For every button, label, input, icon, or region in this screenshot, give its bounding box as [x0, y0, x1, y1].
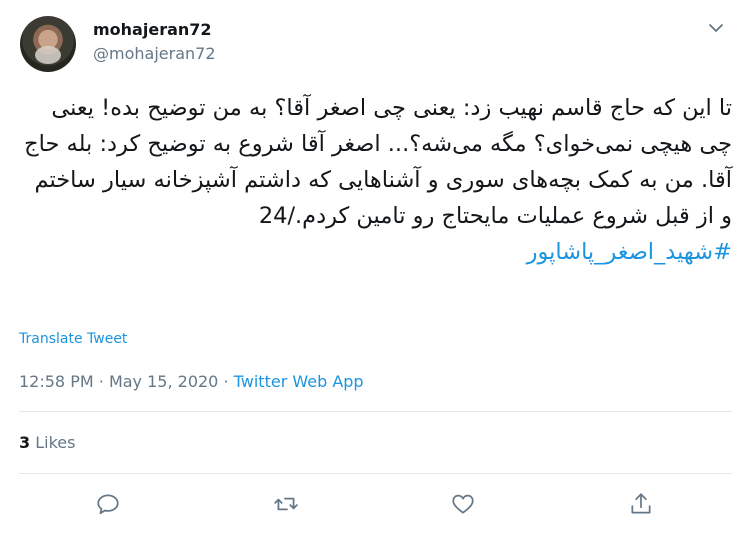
tweet-source-link[interactable]: Twitter Web App	[234, 372, 364, 391]
reply-icon[interactable]	[95, 491, 121, 517]
tweet-text: تا این که حاج قاسم نهیب زد: یعنی چی اصغر…	[24, 95, 732, 229]
share-icon[interactable]	[628, 491, 654, 517]
tweet-meta: 12:58 PM · May 15, 2020 · Twitter Web Ap…	[19, 372, 364, 391]
likes-label: Likes	[35, 433, 76, 452]
tweet-hashtag-link[interactable]: #شهید_اصغر_پاشاپور	[18, 234, 732, 270]
divider	[19, 411, 732, 412]
chevron-down-icon[interactable]	[706, 18, 726, 38]
meta-separator: ·	[223, 372, 229, 391]
retweet-icon[interactable]	[273, 491, 299, 517]
divider	[19, 473, 732, 474]
likes-count: 3	[19, 433, 31, 452]
tweet-date[interactable]: May 15, 2020	[109, 372, 218, 391]
translate-tweet-link[interactable]: Translate Tweet	[19, 331, 127, 347]
author-handle[interactable]: @mohajeran72	[93, 44, 216, 63]
avatar[interactable]	[20, 16, 76, 72]
author-display-name[interactable]: mohajeran72	[93, 20, 212, 39]
meta-separator: ·	[98, 372, 104, 391]
heart-icon[interactable]	[450, 491, 476, 517]
tweet-text-container: تا این که حاج قاسم نهیب زد: یعنی چی اصغر…	[18, 90, 732, 270]
likes-stat[interactable]: 3 Likes	[19, 433, 75, 452]
tweet-time[interactable]: 12:58 PM	[19, 372, 94, 391]
